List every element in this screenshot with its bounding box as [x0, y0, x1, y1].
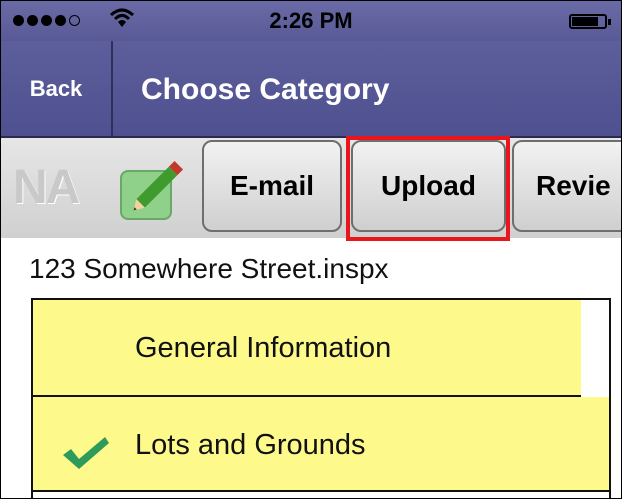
status-time: 2:26 PM [269, 8, 353, 33]
battery-icon [569, 14, 607, 29]
email-button[interactable]: E-mail [202, 140, 342, 232]
list-item-lots-and-grounds[interactable]: Lots and Grounds [33, 397, 609, 492]
app-screen: 2:26 PM Back Choose Category NA E-mail U… [0, 0, 622, 499]
navigation-bar: Back Choose Category [1, 41, 621, 138]
list-item-label: Lots and Grounds [135, 429, 366, 461]
file-name: 123 Somewhere Street.inspx [29, 253, 389, 284]
review-button[interactable]: Revie [512, 140, 621, 232]
list-item-label: General Information [135, 332, 392, 364]
page-title: Choose Category [141, 73, 390, 106]
checkmark-icon [63, 437, 109, 469]
pencil-icon[interactable] [119, 149, 195, 221]
list-item-general-information[interactable]: General Information [33, 300, 581, 397]
category-list: General Information Lots and Grounds [31, 298, 611, 498]
battery-tip [608, 19, 611, 25]
na-logo: NA [13, 161, 80, 214]
toolbar: NA E-mail Upload Revie [1, 138, 621, 238]
upload-highlight-box [346, 136, 510, 241]
back-button[interactable]: Back [1, 41, 113, 136]
status-bar: 2:26 PM [1, 1, 621, 41]
